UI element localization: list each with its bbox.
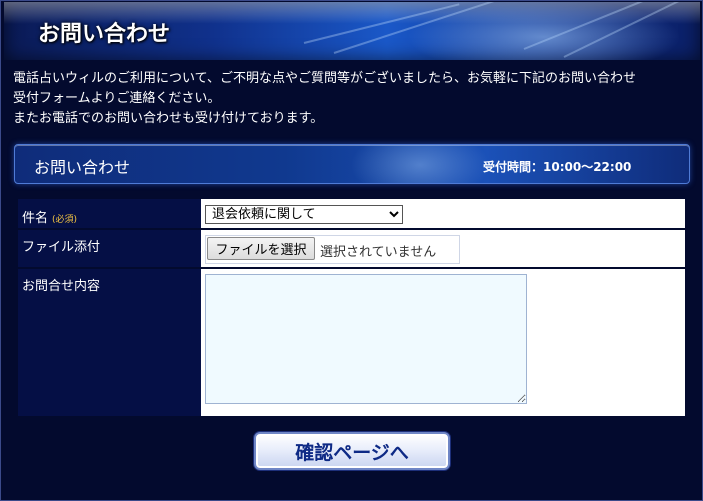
file-status-text: 選択されていません <box>320 245 437 260</box>
required-mark: (必須) <box>52 215 78 225</box>
subject-label-cell: 件名 (必須) <box>18 199 201 228</box>
form-row-file: ファイル添付 ファイルを選択 選択されていません <box>18 230 685 267</box>
content-label: お問合せ内容 <box>22 279 101 294</box>
feather-decoration <box>523 2 682 50</box>
section-title: お問い合わせ <box>34 158 131 177</box>
inquiry-form: 件名 (必須) 退会依頼に関して ファイル添付 ファイルを選択 選択されていません… <box>18 199 685 416</box>
form-row-content: お問合せ内容 <box>18 269 685 416</box>
choose-file-button[interactable]: ファイルを選択 <box>207 237 315 260</box>
confirm-page-button[interactable]: 確認ページへ <box>254 432 450 470</box>
file-input[interactable]: ファイルを選択 選択されていません <box>205 235 460 264</box>
intro-line: 電話占いウィルのご利用について、ご不明な点やご質問等がございましたら、お気軽に下… <box>13 71 636 86</box>
page-title: お問い合わせ <box>38 22 171 47</box>
header-banner: お問い合わせ <box>4 2 700 60</box>
section-header: お問い合わせ 受付時間：10:00〜22:00 <box>14 144 690 184</box>
subject-field-cell: 退会依頼に関して <box>201 199 685 228</box>
business-hours: 受付時間：10:00〜22:00 <box>483 160 632 174</box>
subject-label: 件名 <box>22 211 49 226</box>
intro-line: またお電話でのお問い合わせも受け付けております。 <box>13 111 324 126</box>
form-row-subject: 件名 (必須) 退会依頼に関して <box>18 199 685 228</box>
file-field-cell: ファイルを選択 選択されていません <box>201 230 685 267</box>
feather-decoration <box>563 2 691 58</box>
content-label-cell: お問合せ内容 <box>18 269 201 416</box>
content-textarea[interactable] <box>205 274 527 404</box>
intro-line: 受付フォームよりご連絡ください。 <box>13 91 221 106</box>
file-label-cell: ファイル添付 <box>18 230 201 267</box>
file-label: ファイル添付 <box>22 240 101 255</box>
content-field-cell <box>201 269 685 416</box>
subject-select[interactable]: 退会依頼に関して <box>205 205 403 224</box>
intro-text: 電話占いウィルのご利用について、ご不明な点やご質問等がございましたら、お気軽に下… <box>13 69 693 129</box>
